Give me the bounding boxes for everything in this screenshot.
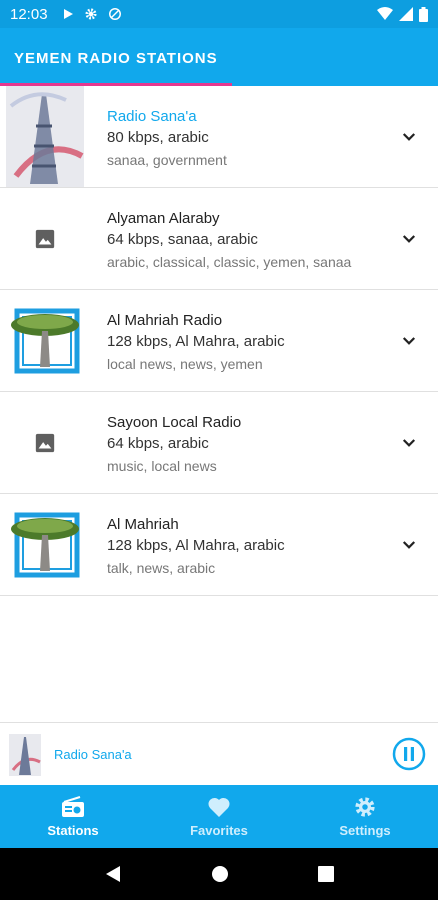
station-thumbnail bbox=[6, 86, 84, 187]
station-name: Al Mahriah bbox=[107, 516, 179, 533]
station-tags: music, local news bbox=[107, 458, 217, 474]
station-tags: local news, news, yemen bbox=[107, 356, 263, 372]
station-name: Radio Sana'a bbox=[107, 108, 197, 125]
station-thumbnail bbox=[6, 290, 84, 391]
station-bitrate: 64 kbps, arabic bbox=[107, 435, 209, 452]
station-name: Al Mahriah Radio bbox=[107, 312, 223, 329]
status-time: 12:03 bbox=[10, 5, 48, 23]
bottom-nav: Stations Favorites Settings bbox=[0, 785, 438, 848]
station-row[interactable]: Al Mahriah 128 kbps, Al Mahra, arabic ta… bbox=[0, 494, 438, 596]
tree-logo bbox=[11, 308, 80, 373]
station-row[interactable]: Alyaman Alaraby 64 kbps, sanaa, arabic a… bbox=[0, 188, 438, 290]
station-row[interactable]: Al Mahriah Radio 128 kbps, Al Mahra, ara… bbox=[0, 290, 438, 392]
chevron-down-icon[interactable] bbox=[400, 536, 418, 554]
settings-status-icon bbox=[85, 8, 97, 20]
nav-settings-label: Settings bbox=[339, 822, 391, 838]
signal-icon bbox=[399, 7, 413, 21]
data-saver-icon bbox=[108, 8, 121, 20]
mini-player[interactable]: Radio Sana'a bbox=[0, 722, 438, 785]
nav-favorites[interactable]: Favorites bbox=[146, 785, 292, 848]
station-bitrate: 128 kbps, Al Mahra, arabic bbox=[107, 537, 285, 554]
battery-icon bbox=[419, 6, 428, 22]
station-bitrate: 128 kbps, Al Mahra, arabic bbox=[107, 333, 285, 350]
system-nav-bar bbox=[0, 848, 438, 900]
app-title: YEMEN RADIO STATIONS bbox=[14, 50, 218, 67]
chevron-down-icon[interactable] bbox=[400, 332, 418, 350]
station-tags: sanaa, government bbox=[107, 152, 227, 168]
gear-icon bbox=[355, 796, 375, 817]
chevron-down-icon[interactable] bbox=[400, 434, 418, 452]
nav-stations[interactable]: Stations bbox=[0, 785, 146, 848]
station-bitrate: 64 kbps, sanaa, arabic bbox=[107, 231, 258, 248]
nav-settings[interactable]: Settings bbox=[292, 785, 438, 848]
chevron-down-icon[interactable] bbox=[400, 230, 418, 248]
image-placeholder-icon bbox=[35, 433, 55, 452]
nav-favorites-label: Favorites bbox=[190, 822, 248, 838]
station-tags: talk, news, arabic bbox=[107, 560, 216, 576]
app-bar: YEMEN RADIO STATIONS bbox=[0, 28, 438, 86]
back-icon[interactable] bbox=[104, 865, 122, 883]
tree-logo bbox=[11, 512, 80, 577]
status-bar: 12:03 bbox=[0, 0, 438, 28]
home-icon[interactable] bbox=[211, 865, 229, 883]
recents-icon[interactable] bbox=[317, 866, 334, 882]
station-name: Alyaman Alaraby bbox=[107, 210, 220, 227]
station-thumbnail bbox=[6, 494, 84, 595]
play-status-icon bbox=[63, 9, 73, 19]
pause-button[interactable] bbox=[392, 737, 426, 771]
now-playing-thumbnail bbox=[9, 734, 41, 776]
station-row[interactable]: Sayoon Local Radio 64 kbps, arabic music… bbox=[0, 392, 438, 494]
station-tags: arabic, classical, classic, yemen, sanaa bbox=[107, 254, 352, 270]
station-thumbnail bbox=[6, 188, 84, 289]
now-playing-title: Radio Sana'a bbox=[54, 747, 132, 762]
heart-icon bbox=[208, 797, 230, 817]
wifi-icon bbox=[377, 7, 393, 20]
station-thumbnail bbox=[6, 392, 84, 493]
chevron-down-icon[interactable] bbox=[400, 128, 418, 146]
station-name: Sayoon Local Radio bbox=[107, 414, 242, 431]
station-bitrate: 80 kbps, arabic bbox=[107, 129, 209, 146]
image-placeholder-icon bbox=[35, 229, 55, 248]
tower-image bbox=[6, 86, 84, 187]
radio-icon bbox=[62, 795, 84, 817]
nav-stations-label: Stations bbox=[47, 822, 99, 838]
station-row[interactable]: Radio Sana'a 80 kbps, arabic sanaa, gove… bbox=[0, 86, 438, 188]
station-list: Radio Sana'a 80 kbps, arabic sanaa, gove… bbox=[0, 86, 438, 596]
